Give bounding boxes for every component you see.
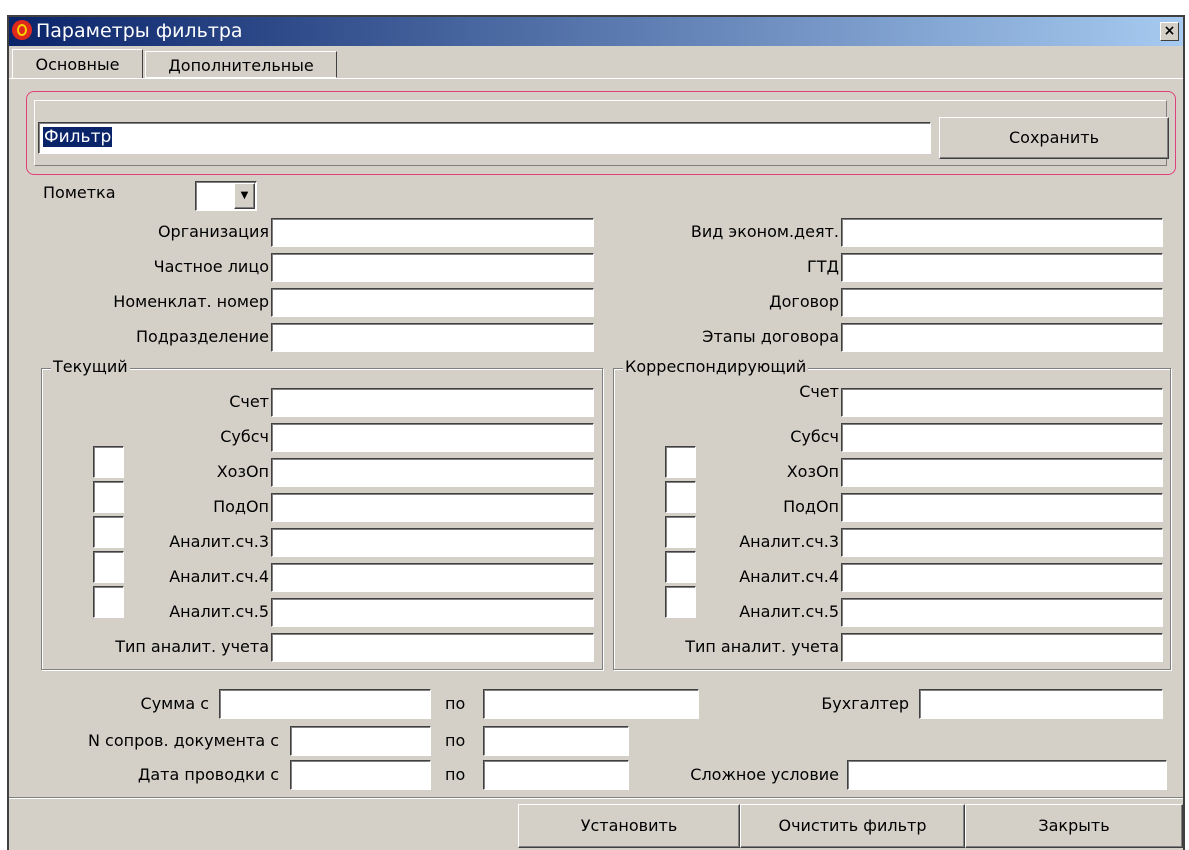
doc-from-input[interactable] xyxy=(290,726,431,756)
corr-an4-checkbox[interactable] xyxy=(665,551,696,583)
filter-name-input[interactable]: Фильтр xyxy=(38,122,931,154)
current-subaccount-label: Субсч xyxy=(220,427,269,446)
current-subaccount-input[interactable] xyxy=(271,423,594,452)
corr-an5-label: Аналит.сч.5 xyxy=(739,602,839,621)
corr-an3-label: Аналит.сч.3 xyxy=(739,532,839,551)
tab-additional[interactable]: Дополнительные xyxy=(145,51,337,78)
current-an5-input[interactable] xyxy=(271,598,594,627)
title-bar[interactable]: Параметры фильтра × xyxy=(9,17,1183,46)
current-type-label: Тип аналит. учета xyxy=(115,637,269,656)
corr-op-checkbox[interactable] xyxy=(665,446,696,478)
current-account-label: Счет xyxy=(229,392,269,411)
close-button[interactable]: Закрыть xyxy=(965,804,1183,848)
chevron-down-icon[interactable]: ▼ xyxy=(234,183,255,209)
current-an5-label: Аналит.сч.5 xyxy=(169,602,269,621)
corr-group-title: Корреспондирующий xyxy=(623,357,809,377)
contract-input[interactable] xyxy=(841,288,1163,317)
corr-type-input[interactable] xyxy=(841,633,1163,662)
app-icon xyxy=(12,20,32,40)
current-an4-input[interactable] xyxy=(271,563,594,592)
bottom-separator xyxy=(9,797,1183,799)
doc-to-label: по xyxy=(445,731,466,750)
stages-label: Этапы договора xyxy=(702,327,839,346)
current-op-checkbox[interactable] xyxy=(93,446,124,478)
filter-dialog-window: Параметры фильтра × Основные Дополнитель… xyxy=(7,15,1185,850)
division-label: Подразделение xyxy=(135,327,269,346)
corr-an4-input[interactable] xyxy=(841,563,1163,592)
corr-subaccount-input[interactable] xyxy=(841,423,1163,452)
tab-basic-label: Основные xyxy=(35,55,120,74)
division-input[interactable] xyxy=(271,323,594,352)
sum-from-label: Сумма с xyxy=(140,694,209,713)
current-an4-checkbox[interactable] xyxy=(93,551,124,583)
org-input[interactable] xyxy=(271,218,594,247)
person-label: Частное лицо xyxy=(153,257,269,276)
close-icon[interactable]: × xyxy=(1160,22,1179,41)
corr-an4-label: Аналит.сч.4 xyxy=(739,567,839,586)
corr-subop-checkbox[interactable] xyxy=(665,481,696,513)
activity-label: Вид эконом.деят. xyxy=(690,222,839,241)
current-an4-label: Аналит.сч.4 xyxy=(169,567,269,586)
current-group-title: Текущий xyxy=(51,357,130,377)
person-input[interactable] xyxy=(271,253,594,282)
corr-op-label: ХозОп xyxy=(786,462,839,481)
current-account-input[interactable] xyxy=(271,388,594,417)
corr-account-label: Счет xyxy=(799,382,839,401)
sum-to-input[interactable] xyxy=(483,689,699,719)
sum-from-input[interactable] xyxy=(219,689,431,719)
doc-to-input[interactable] xyxy=(483,726,629,756)
date-from-label: Дата проводки с xyxy=(137,765,279,784)
activity-input[interactable] xyxy=(841,218,1163,247)
mark-dropdown[interactable]: ▼ xyxy=(195,181,257,211)
apply-button[interactable]: Установить xyxy=(518,804,740,848)
doc-from-label: N сопров. документа с xyxy=(87,731,279,750)
mark-label: Пометка xyxy=(43,183,116,202)
date-to-label: по xyxy=(445,765,466,784)
gtd-label: ГТД xyxy=(806,257,839,276)
corr-an3-checkbox[interactable] xyxy=(665,516,696,548)
corr-subop-label: ПодОп xyxy=(783,497,839,516)
corr-type-label: Тип аналит. учета xyxy=(685,637,839,656)
corr-an5-input[interactable] xyxy=(841,598,1163,627)
current-an3-label: Аналит.сч.3 xyxy=(169,532,269,551)
tab-additional-label: Дополнительные xyxy=(168,56,314,75)
complex-condition-input[interactable] xyxy=(847,760,1167,790)
current-subop-checkbox[interactable] xyxy=(93,481,124,513)
current-op-label: ХозОп xyxy=(216,462,269,481)
current-subop-label: ПодОп xyxy=(213,497,269,516)
accountant-input[interactable] xyxy=(919,689,1163,719)
current-an3-input[interactable] xyxy=(271,528,594,557)
current-subop-input[interactable] xyxy=(271,493,594,522)
corr-an5-checkbox[interactable] xyxy=(665,586,696,618)
corr-an3-input[interactable] xyxy=(841,528,1163,557)
current-an5-checkbox[interactable] xyxy=(93,586,124,618)
tab-panel-edge xyxy=(9,78,1183,79)
corr-account-input[interactable] xyxy=(841,388,1163,417)
tab-basic[interactable]: Основные xyxy=(12,49,143,79)
current-an3-checkbox[interactable] xyxy=(93,516,124,548)
complex-condition-label: Сложное условие xyxy=(690,765,839,784)
org-label: Организация xyxy=(157,222,269,241)
nomenclature-input[interactable] xyxy=(271,288,594,317)
gtd-input[interactable] xyxy=(841,253,1163,282)
filter-name-text: Фильтр xyxy=(43,127,113,147)
nomenclature-label: Номенклат. номер xyxy=(113,292,269,311)
clear-filter-button[interactable]: Очистить фильтр xyxy=(740,804,965,848)
sum-to-label: по xyxy=(445,694,466,713)
date-to-input[interactable] xyxy=(483,760,629,790)
corr-subop-input[interactable] xyxy=(841,493,1163,522)
date-from-input[interactable] xyxy=(290,760,431,790)
corr-subaccount-label: Субсч xyxy=(790,427,839,446)
contract-label: Договор xyxy=(769,292,839,311)
save-button[interactable]: Сохранить xyxy=(939,117,1169,159)
current-type-input[interactable] xyxy=(271,633,594,662)
current-op-input[interactable] xyxy=(271,458,594,487)
accountant-label: Бухгалтер xyxy=(821,694,909,713)
window-title: Параметры фильтра xyxy=(36,20,243,42)
stages-input[interactable] xyxy=(841,323,1163,352)
corr-op-input[interactable] xyxy=(841,458,1163,487)
